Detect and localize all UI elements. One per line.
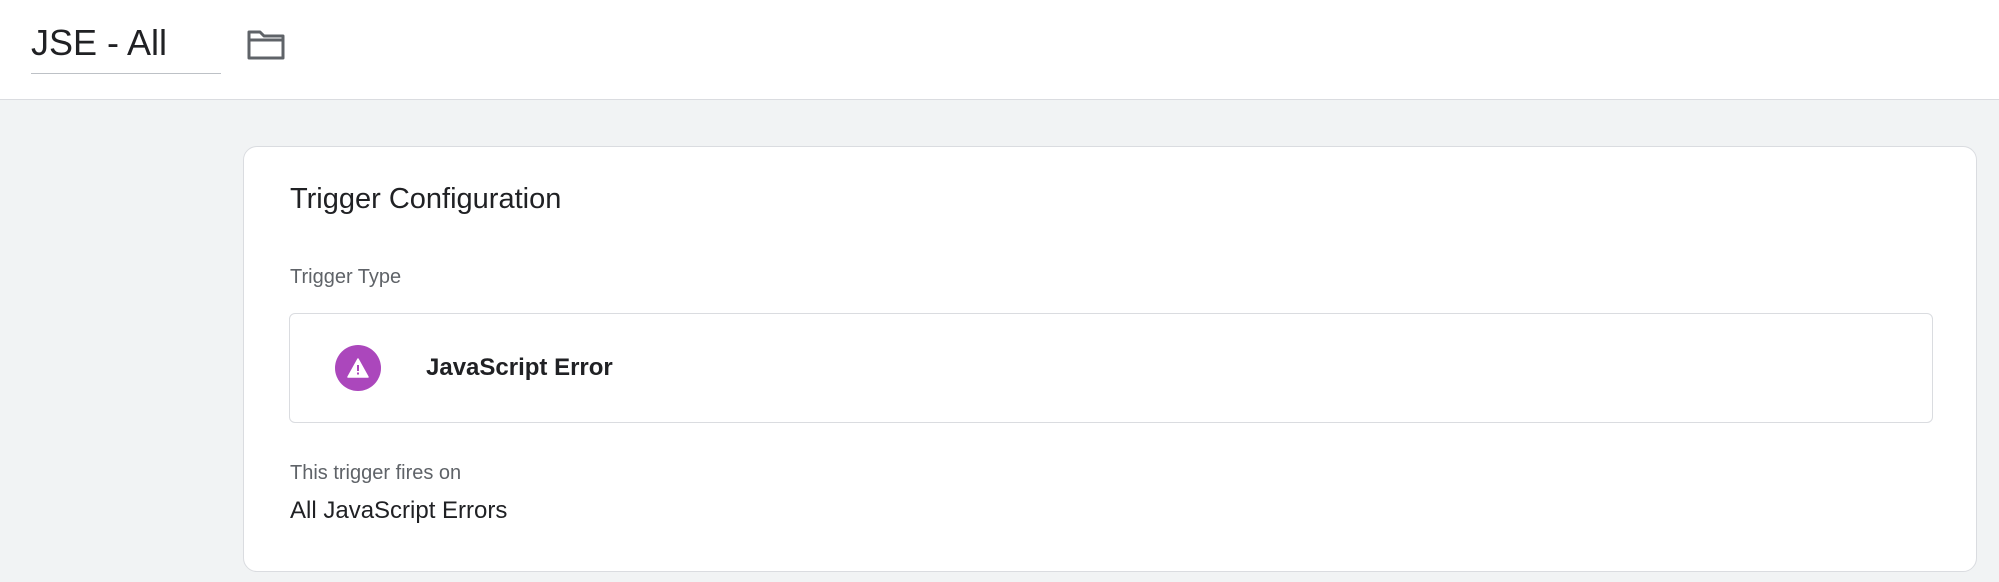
fires-on-value: All JavaScript Errors [290, 497, 508, 524]
warning-icon [347, 358, 369, 378]
card-title: Trigger Configuration [290, 183, 562, 215]
javascript-error-icon-badge [335, 345, 381, 391]
folder-icon [247, 30, 285, 60]
fires-on-label: This trigger fires on [290, 462, 462, 484]
trigger-configuration-card: Trigger Configuration Trigger Type JavaS… [243, 146, 1977, 572]
trigger-type-label: Trigger Type [290, 266, 402, 288]
trigger-type-selector[interactable]: JavaScript Error [289, 313, 1933, 423]
top-bar: JSE - All [0, 0, 1999, 100]
trigger-type-name: JavaScript Error [426, 354, 613, 381]
folder-button[interactable] [240, 20, 292, 68]
trigger-name-field[interactable]: JSE - All [31, 18, 221, 74]
